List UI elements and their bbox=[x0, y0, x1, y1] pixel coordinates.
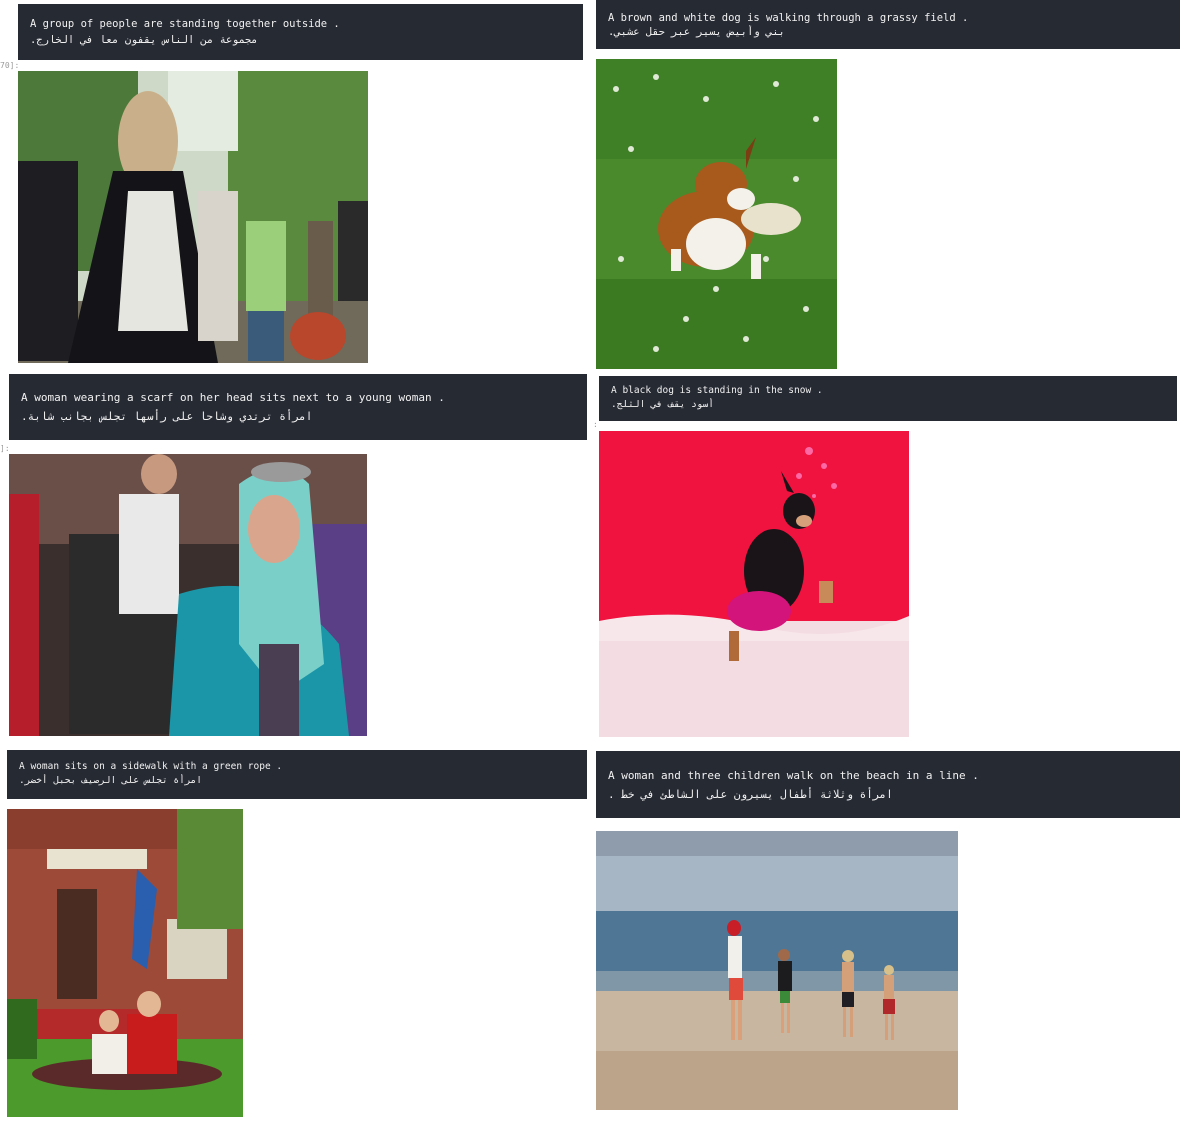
caption-english: A group of people are standing together … bbox=[30, 18, 340, 30]
caption-english: A woman sits on a sidewalk with a green … bbox=[19, 761, 283, 772]
photo-chihuahua-pink bbox=[599, 431, 909, 737]
cell-label: : bbox=[593, 420, 598, 429]
caption-english: A brown and white dog is walking through… bbox=[608, 12, 969, 24]
cell-label: 70]: bbox=[0, 61, 20, 70]
caption-box: A woman and three children walk on the b… bbox=[596, 751, 1180, 818]
photo-beach-walk bbox=[596, 831, 958, 1110]
caption-arabic: امرأة تجلس على الرصيف بحبل أخضر. bbox=[19, 775, 203, 786]
caption-arabic: أسود يقف في الثلج. bbox=[611, 399, 714, 410]
caption-arabic: مجموعة من الناس يقفون معا في الخارج. bbox=[30, 34, 258, 46]
cell-label: ]: bbox=[0, 444, 10, 453]
caption-box: A black dog is standing in the snow . أس… bbox=[599, 376, 1177, 421]
caption-arabic: امرأة ترتدي وشاحا على رأسها تجلس بجانب ش… bbox=[21, 410, 313, 423]
caption-box: A group of people are standing together … bbox=[18, 4, 583, 60]
caption-english: A woman and three children walk on the b… bbox=[608, 769, 979, 782]
caption-box: A woman wearing a scarf on her head sits… bbox=[9, 374, 587, 440]
photo-woman-headscarf bbox=[9, 454, 367, 736]
photo-beagle-grass bbox=[596, 59, 837, 369]
caption-english: A black dog is standing in the snow . bbox=[611, 385, 823, 396]
photo-woman-sidewalk bbox=[7, 809, 243, 1117]
photo-group-of-people bbox=[18, 71, 368, 363]
caption-box: A woman sits on a sidewalk with a green … bbox=[7, 750, 587, 799]
caption-arabic: امرأة وثلاثة أطفال يسيرون على الشاطئ في … bbox=[608, 788, 893, 801]
caption-english: A woman wearing a scarf on her head sits… bbox=[21, 391, 445, 404]
caption-box: A brown and white dog is walking through… bbox=[596, 0, 1180, 49]
caption-arabic: بني وأبيض يسير عبر حقل عشبي. bbox=[608, 26, 786, 38]
